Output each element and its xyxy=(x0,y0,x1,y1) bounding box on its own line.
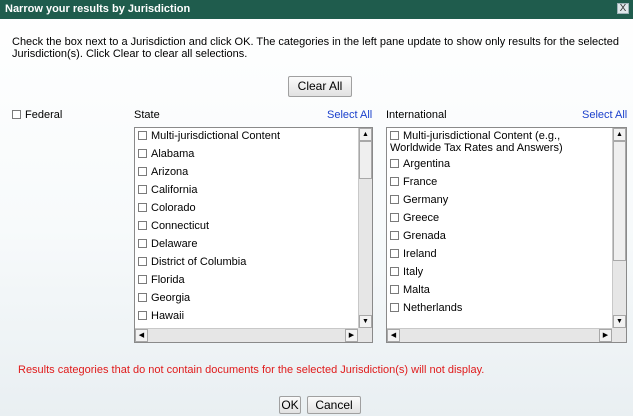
state-list-item[interactable]: California xyxy=(138,184,356,196)
cancel-button[interactable]: Cancel xyxy=(307,396,361,414)
checkbox[interactable] xyxy=(138,275,147,284)
international-vertical-scrollbar[interactable]: ▲ ▼ xyxy=(612,128,626,328)
international-list-item[interactable]: France xyxy=(390,176,610,188)
state-list-item[interactable]: Multi-jurisdictional Content xyxy=(138,130,356,142)
instructions-text: Check the box next to a Jurisdiction and… xyxy=(12,36,619,60)
international-list-item[interactable]: Greece xyxy=(390,212,610,224)
international-listbox[interactable]: Multi-jurisdictional Content (e.g., Worl… xyxy=(386,127,627,343)
international-list-item[interactable]: Grenada xyxy=(390,230,610,242)
checkbox[interactable] xyxy=(390,303,399,312)
state-list-item[interactable]: Arizona xyxy=(138,166,356,178)
checkbox[interactable] xyxy=(138,167,147,176)
checkbox[interactable] xyxy=(138,203,147,212)
checkbox[interactable] xyxy=(138,293,147,302)
checkbox[interactable] xyxy=(138,311,147,320)
checkbox[interactable] xyxy=(390,131,399,140)
state-select-all-link[interactable]: Select All xyxy=(327,109,372,121)
clear-all-button[interactable]: Clear All xyxy=(288,76,352,97)
international-list-item[interactable]: Ireland xyxy=(390,248,610,260)
close-icon[interactable]: X xyxy=(617,3,629,14)
checkbox[interactable] xyxy=(138,257,147,266)
warning-message: Results categories that do not contain d… xyxy=(18,364,485,376)
state-list-item[interactable]: Florida xyxy=(138,274,356,286)
international-list-item[interactable]: Argentina xyxy=(390,158,610,170)
state-list-item[interactable]: District of Columbia xyxy=(138,256,356,268)
checkbox[interactable] xyxy=(390,195,399,204)
state-horizontal-scrollbar[interactable]: ◀ ▶ xyxy=(135,328,358,342)
international-column-label: International xyxy=(386,109,447,121)
checkbox[interactable] xyxy=(138,221,147,230)
international-list-item[interactable]: Italy xyxy=(390,266,610,278)
scroll-right-icon[interactable]: ▶ xyxy=(599,329,612,342)
scroll-right-icon[interactable]: ▶ xyxy=(345,329,358,342)
international-list-item[interactable]: Malta xyxy=(390,284,610,296)
federal-label: Federal xyxy=(25,109,63,121)
scroll-left-icon[interactable]: ◀ xyxy=(135,329,148,342)
checkbox[interactable] xyxy=(390,159,399,168)
checkbox[interactable] xyxy=(138,149,147,158)
state-list-item[interactable]: Hawaii xyxy=(138,310,356,322)
checkbox[interactable] xyxy=(390,249,399,258)
dialog-titlebar: Narrow your results by Jurisdiction X xyxy=(0,0,633,19)
checkbox[interactable] xyxy=(390,177,399,186)
checkbox[interactable] xyxy=(390,213,399,222)
state-list-item[interactable]: Delaware xyxy=(138,238,356,250)
scroll-thumb[interactable] xyxy=(613,141,626,261)
dialog-title: Narrow your results by Jurisdiction xyxy=(5,3,191,15)
checkbox[interactable] xyxy=(138,239,147,248)
checkbox[interactable] xyxy=(390,267,399,276)
federal-checkbox[interactable] xyxy=(12,110,21,119)
scroll-down-icon[interactable]: ▼ xyxy=(359,315,372,328)
international-list-item[interactable]: Germany xyxy=(390,194,610,206)
state-list-item[interactable]: Connecticut xyxy=(138,220,356,232)
checkbox[interactable] xyxy=(138,131,147,140)
scroll-down-icon[interactable]: ▼ xyxy=(613,315,626,328)
state-column-label: State xyxy=(134,109,160,121)
checkbox[interactable] xyxy=(390,285,399,294)
international-select-all-link[interactable]: Select All xyxy=(582,109,627,121)
scrollbar-corner xyxy=(612,328,626,342)
scroll-up-icon[interactable]: ▲ xyxy=(359,128,372,141)
international-list-item[interactable]: Netherlands xyxy=(390,302,610,314)
checkbox[interactable] xyxy=(138,185,147,194)
scroll-up-icon[interactable]: ▲ xyxy=(613,128,626,141)
state-list-item[interactable]: Alabama xyxy=(138,148,356,160)
scroll-left-icon[interactable]: ◀ xyxy=(387,329,400,342)
ok-button[interactable]: OK xyxy=(279,396,301,414)
federal-option[interactable]: Federal xyxy=(12,109,62,121)
state-list-item[interactable]: Colorado xyxy=(138,202,356,214)
international-list-item[interactable]: Multi-jurisdictional Content (e.g., Worl… xyxy=(390,130,610,154)
state-list-item[interactable]: Georgia xyxy=(138,292,356,304)
checkbox[interactable] xyxy=(390,231,399,240)
state-listbox[interactable]: Multi-jurisdictional Content Alabama Ari… xyxy=(134,127,373,343)
international-horizontal-scrollbar[interactable]: ◀ ▶ xyxy=(387,328,612,342)
state-vertical-scrollbar[interactable]: ▲ ▼ xyxy=(358,128,372,328)
scrollbar-corner xyxy=(358,328,372,342)
scroll-thumb[interactable] xyxy=(359,141,372,179)
